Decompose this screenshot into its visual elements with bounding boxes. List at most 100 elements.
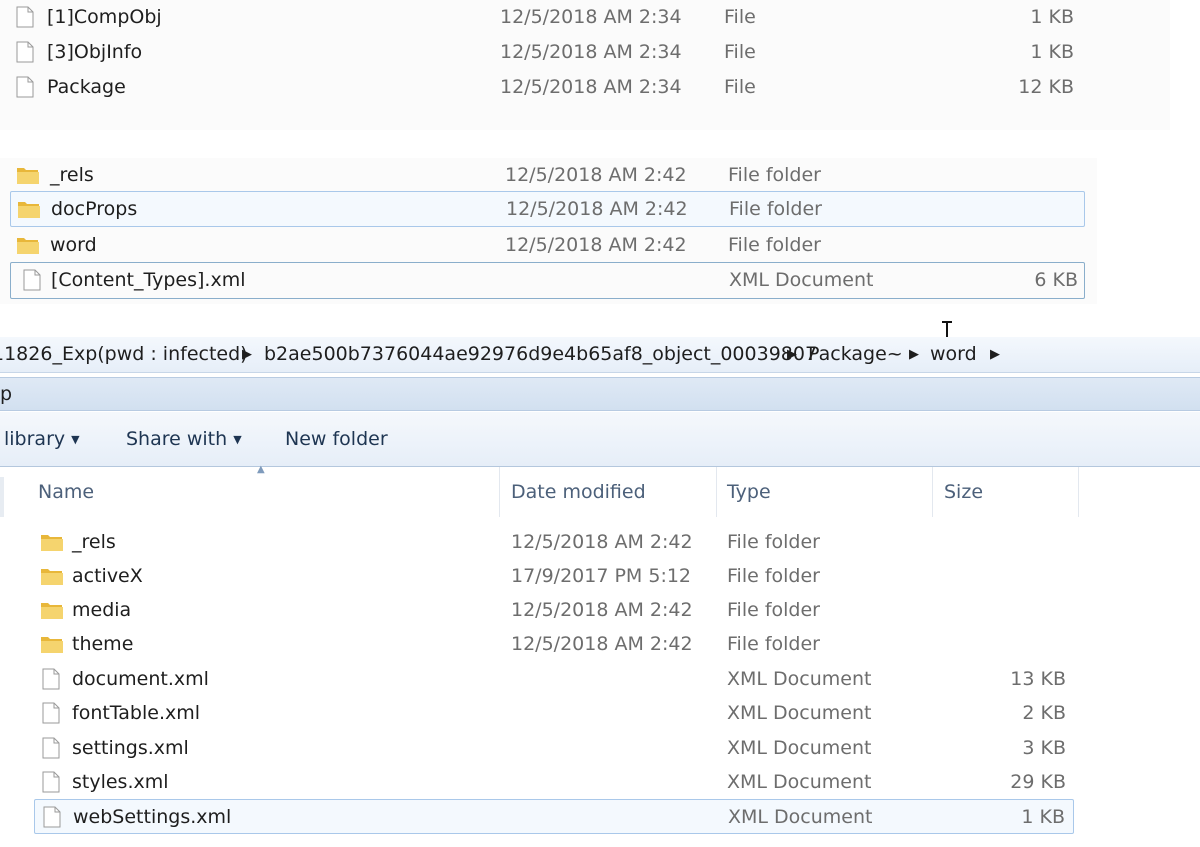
file-type: File	[724, 76, 756, 98]
file-icon	[42, 771, 60, 798]
folder-icon	[40, 633, 64, 660]
title-strip: p	[0, 377, 1200, 411]
file-type: XML Document	[729, 269, 874, 291]
chevron-down-icon: ▼	[71, 432, 80, 446]
list-item[interactable]: media 12/5/2018 AM 2:42 File folder	[34, 593, 1074, 627]
file-icon	[42, 668, 60, 695]
new-folder-button[interactable]: New folder	[285, 412, 388, 466]
column-header-date[interactable]: Date modified	[501, 467, 717, 517]
file-size: 13 KB	[1010, 668, 1066, 690]
folder-name: media	[72, 599, 132, 621]
file-size: 2 KB	[1022, 702, 1066, 724]
file-icon	[16, 6, 34, 33]
list-item[interactable]: [3]ObjInfo 12/5/2018 AM 2:34 File 1 KB	[10, 35, 1090, 69]
folder-icon	[16, 164, 40, 191]
column-header-type-label: Type	[727, 481, 771, 503]
breadcrumb-arrow-icon[interactable]: ▶	[990, 337, 1000, 372]
file-name: [3]ObjInfo	[47, 41, 143, 63]
column-header-type[interactable]: Type	[717, 467, 933, 517]
list-item[interactable]: _rels 12/5/2018 AM 2:42 File folder	[34, 525, 1074, 559]
list-item[interactable]: settings.xml XML Document 3 KB	[34, 731, 1074, 765]
folder-date: 12/5/2018 AM 2:42	[511, 633, 693, 655]
folder-icon	[40, 565, 64, 592]
breadcrumb-item[interactable]: b2ae500b7376044ae92976d9e4b65af8_object_…	[264, 337, 817, 372]
folder-date: 12/5/2018 AM 2:42	[511, 599, 693, 621]
column-header-date-label: Date modified	[511, 481, 646, 503]
file-name: document.xml	[72, 668, 209, 690]
list-item-selected[interactable]: webSettings.xml XML Document 1 KB	[34, 799, 1074, 834]
folder-type: File folder	[727, 565, 820, 587]
folder-name: _rels	[72, 531, 116, 553]
file-name: webSettings.xml	[73, 806, 232, 828]
include-in-library-label: library	[4, 428, 66, 450]
folder-type: File folder	[729, 198, 822, 220]
file-date: 12/5/2018 AM 2:34	[500, 6, 682, 28]
folder-date: 12/5/2018 AM 2:42	[505, 234, 687, 256]
file-type: XML Document	[727, 668, 872, 690]
column-header-size[interactable]: Size	[934, 467, 1079, 517]
file-icon	[43, 806, 61, 833]
folder-icon	[17, 198, 41, 225]
share-with-label: Share with	[126, 428, 228, 450]
folder-icon	[16, 234, 40, 261]
column-header-size-label: Size	[944, 481, 984, 503]
file-size: 3 KB	[1022, 737, 1066, 759]
list-item[interactable]: fontTable.xml XML Document 2 KB	[34, 696, 1074, 730]
file-size: 6 KB	[1034, 269, 1078, 291]
breadcrumb-arrow-icon[interactable]: ▶	[787, 337, 797, 372]
list-item[interactable]: [1]CompObj 12/5/2018 AM 2:34 File 1 KB	[10, 0, 1090, 34]
breadcrumb: 11826_Exp(pwd : infected) ▶ b2ae500b7376…	[0, 337, 1200, 373]
file-icon	[42, 702, 60, 729]
include-in-library-button[interactable]: library ▼	[4, 412, 80, 467]
middle-file-panel: _rels 12/5/2018 AM 2:42 File folder docP…	[0, 158, 1097, 304]
nav-pane-edge	[0, 477, 4, 517]
list-item-focused[interactable]: [Content_Types].xml XML Document 6 KB	[10, 262, 1085, 299]
file-size: 12 KB	[1018, 76, 1074, 98]
folder-name: docProps	[51, 198, 138, 220]
file-name: [Content_Types].xml	[51, 269, 246, 291]
share-with-button[interactable]: Share with ▼	[126, 412, 242, 467]
column-header-name[interactable]: Name	[28, 467, 500, 517]
breadcrumb-item[interactable]: 11826_Exp(pwd : infected)	[0, 337, 248, 372]
file-type: File	[724, 6, 756, 28]
folder-type: File folder	[727, 531, 820, 553]
list-item[interactable]: theme 12/5/2018 AM 2:42 File folder	[34, 627, 1074, 661]
file-icon	[23, 269, 41, 296]
list-item[interactable]: _rels 12/5/2018 AM 2:42 File folder	[10, 158, 1085, 192]
list-item-selected[interactable]: docProps 12/5/2018 AM 2:42 File folder	[10, 191, 1085, 227]
file-type: XML Document	[727, 737, 872, 759]
file-type: XML Document	[727, 702, 872, 724]
list-item[interactable]: styles.xml XML Document 29 KB	[34, 765, 1074, 799]
folder-name: _rels	[50, 164, 94, 186]
file-name: [1]CompObj	[47, 6, 162, 28]
file-icon	[16, 76, 34, 103]
folder-type: File folder	[727, 633, 820, 655]
file-name: styles.xml	[72, 771, 169, 793]
breadcrumb-item[interactable]: Package~	[808, 337, 903, 372]
folder-date: 12/5/2018 AM 2:42	[506, 198, 688, 220]
list-item[interactable]: word 12/5/2018 AM 2:42 File folder	[10, 228, 1085, 262]
file-size: 1 KB	[1030, 6, 1074, 28]
top-file-panel: [1]CompObj 12/5/2018 AM 2:34 File 1 KB […	[0, 0, 1170, 130]
breadcrumb-arrow-icon[interactable]: ▶	[909, 337, 919, 372]
file-type: File	[724, 41, 756, 63]
chevron-down-icon: ▼	[233, 432, 242, 446]
folder-type: File folder	[728, 164, 821, 186]
list-item[interactable]: activeX 17/9/2017 PM 5:12 File folder	[34, 559, 1074, 593]
breadcrumb-arrow-icon[interactable]: ▶	[242, 337, 252, 372]
folder-name: theme	[72, 633, 134, 655]
file-name: fontTable.xml	[72, 702, 201, 724]
folder-date: 17/9/2017 PM 5:12	[511, 565, 692, 587]
list-item[interactable]: Package 12/5/2018 AM 2:34 File 12 KB	[10, 70, 1090, 104]
breadcrumb-item[interactable]: word	[930, 337, 977, 372]
folder-type: File folder	[728, 234, 821, 256]
file-icon	[16, 41, 34, 68]
folder-name: word	[50, 234, 97, 256]
file-size: 1 KB	[1021, 806, 1065, 828]
list-item[interactable]: document.xml XML Document 13 KB	[34, 662, 1074, 696]
column-header-name-label: Name	[38, 481, 95, 503]
file-date: 12/5/2018 AM 2:34	[500, 41, 682, 63]
folder-date: 12/5/2018 AM 2:42	[505, 164, 687, 186]
folder-date: 12/5/2018 AM 2:42	[511, 531, 693, 553]
file-name: Package	[47, 76, 126, 98]
